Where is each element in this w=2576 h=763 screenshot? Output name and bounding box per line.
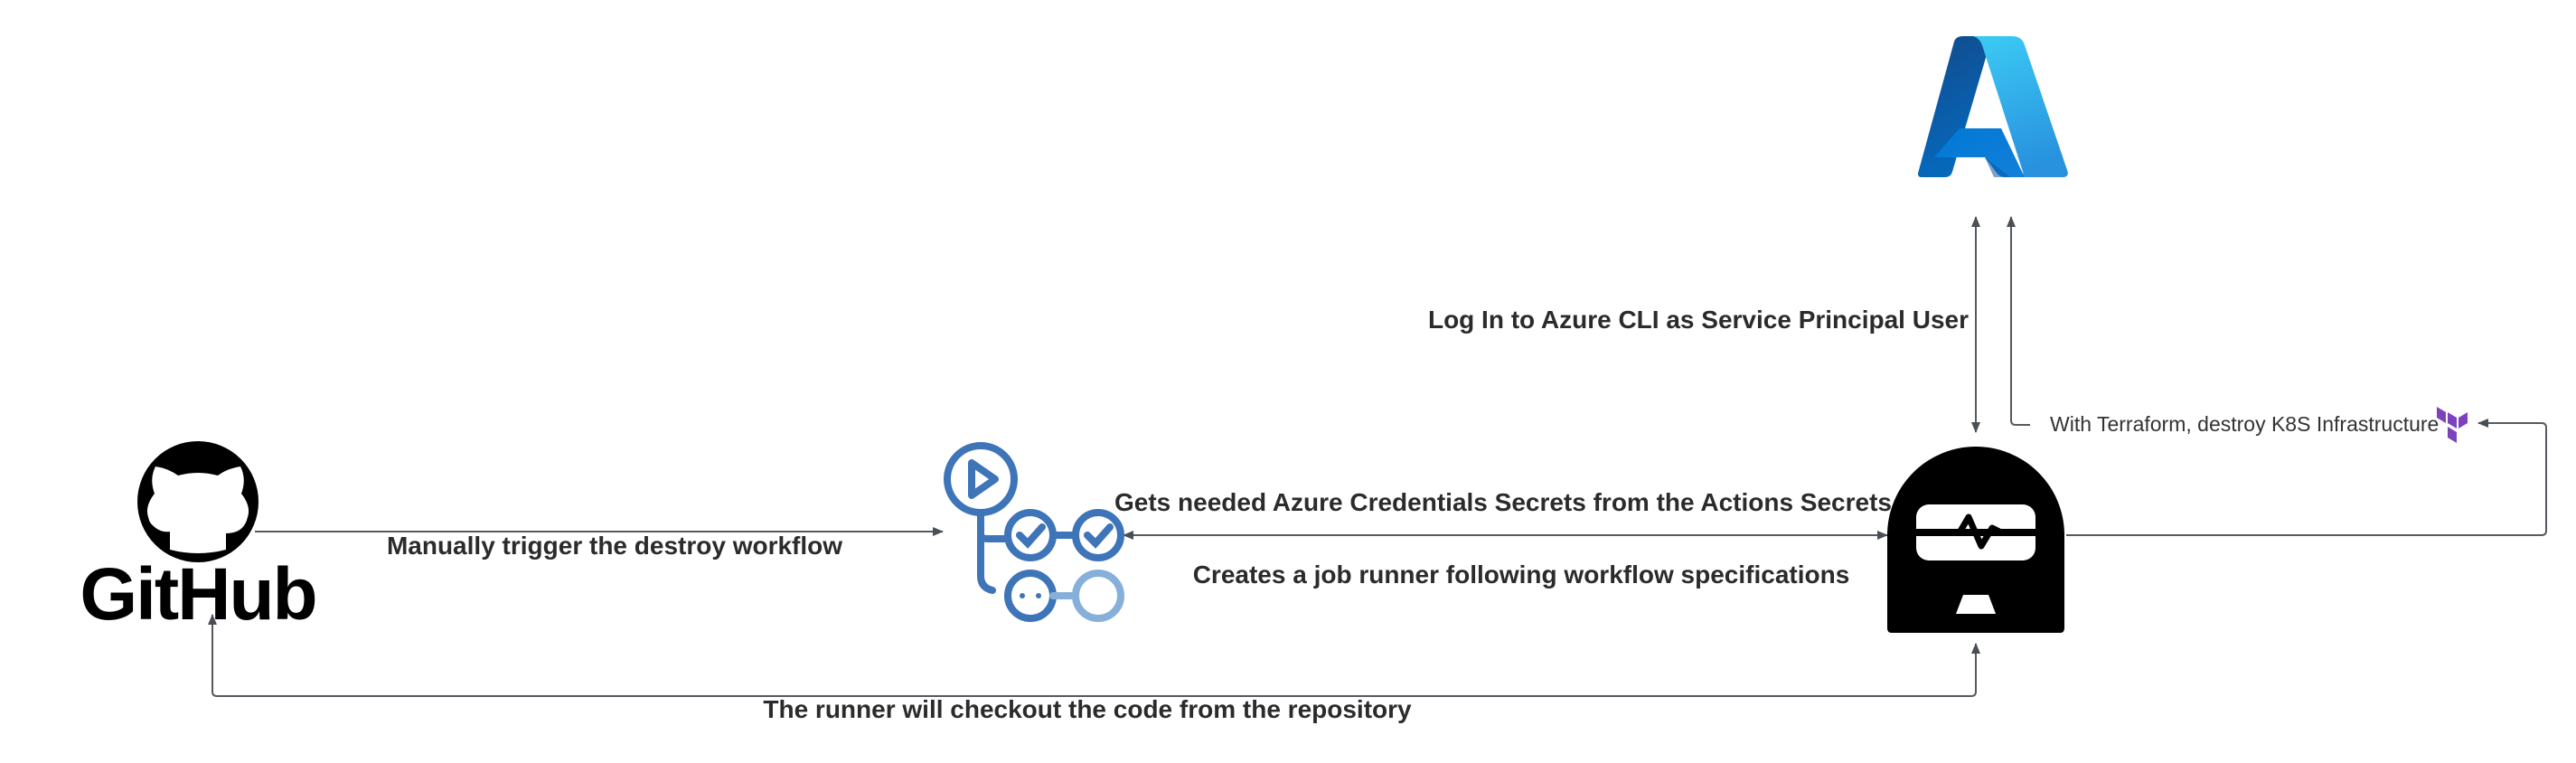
label-trigger: Manually trigger the destroy workflow <box>387 532 842 560</box>
azure-logo-icon <box>1918 36 2068 177</box>
terraform-node <box>2437 407 2468 443</box>
azure-node <box>1918 36 2068 177</box>
label-secrets: Gets needed Azure Credentials Secrets fr… <box>1114 488 1892 516</box>
job-runner-icon <box>1887 447 2064 633</box>
runner-node <box>1887 447 2064 633</box>
terraform-icon <box>2437 407 2468 443</box>
actions-node <box>944 442 1124 622</box>
edge-runner-terraform <box>2066 419 2547 536</box>
github-actions-workflow-icon <box>944 442 1124 622</box>
label-runner-create: Creates a job runner following workflow … <box>1193 560 1850 589</box>
github-wordmark: GitHub <box>80 553 315 636</box>
edge-terraform-azure <box>2007 216 2030 426</box>
github-octocat-icon <box>137 441 259 562</box>
label-terraform: With Terraform, destroy K8S Infrastructu… <box>2050 412 2439 436</box>
edge-checkout <box>208 614 1980 697</box>
label-checkout: The runner will checkout the code from t… <box>763 695 1412 723</box>
architecture-diagram: Manually trigger the destroy workflow Ge… <box>80 36 2547 723</box>
label-login: Log In to Azure CLI as Service Principal… <box>1428 306 1969 334</box>
github-node: GitHub <box>80 441 318 636</box>
